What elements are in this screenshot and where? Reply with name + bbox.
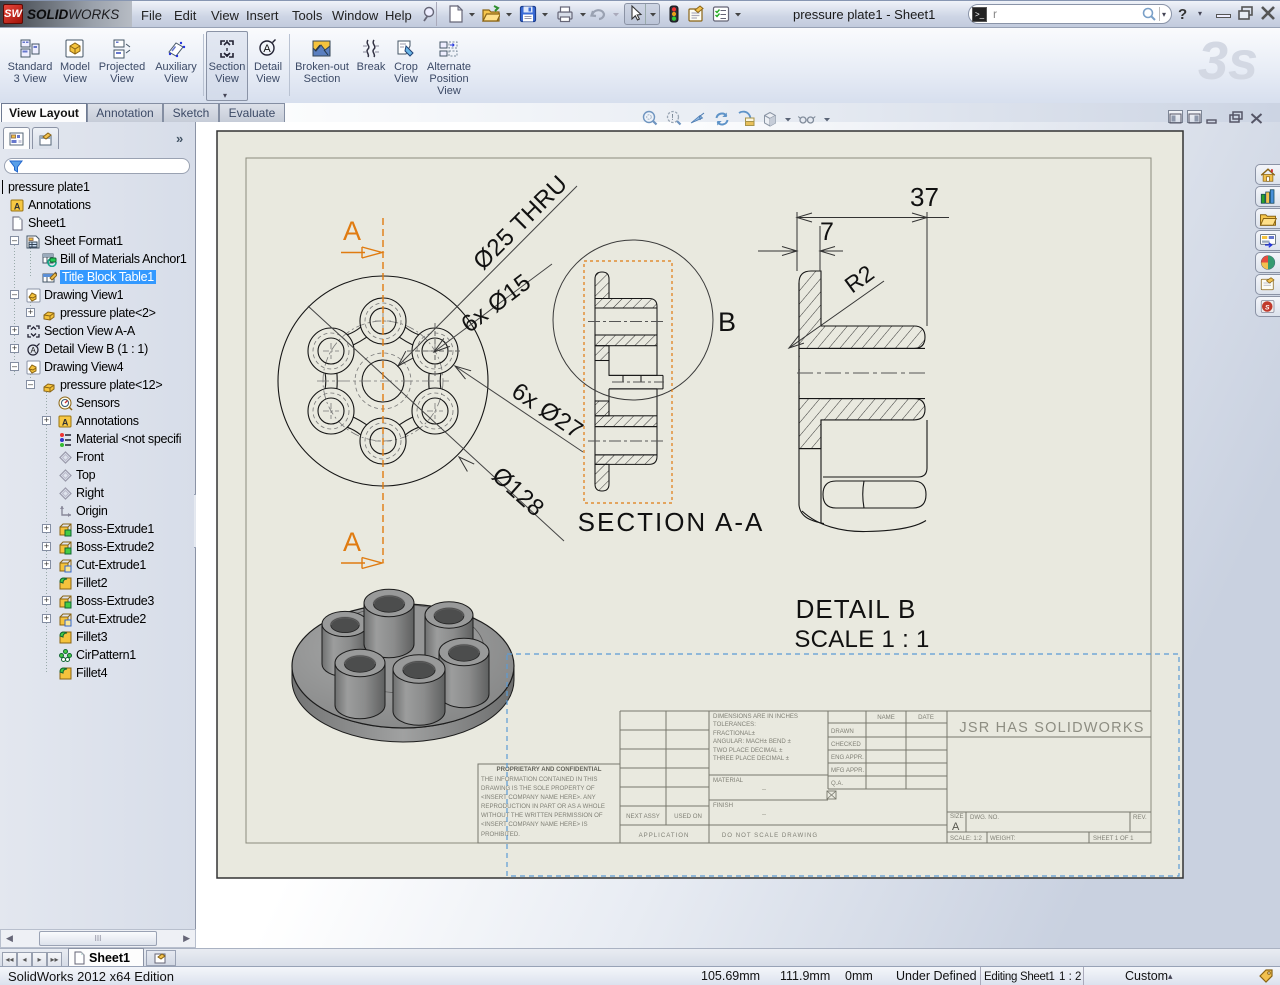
- svg-text:PROHIBITED.: PROHIBITED.: [481, 831, 520, 838]
- svg-text:Q.A.: Q.A.: [831, 780, 843, 787]
- svg-text:JSR HAS SOLIDWORKS: JSR HAS SOLIDWORKS: [959, 720, 1144, 736]
- svg-text:NAME: NAME: [877, 714, 895, 721]
- svg-text:<INSERT COMPANY NAME HERE>. AN: <INSERT COMPANY NAME HERE>. ANY: [481, 794, 596, 801]
- svg-text:DETAIL B: DETAIL B: [796, 594, 917, 624]
- svg-text:THREE PLACE DECIMAL ±: THREE PLACE DECIMAL ±: [713, 755, 790, 762]
- svg-text:SIZE: SIZE: [950, 813, 964, 820]
- svg-text:A: A: [62, 417, 69, 427]
- svg-text:SCALE 1 : 1: SCALE 1 : 1: [794, 626, 929, 653]
- svg-text:TWO PLACE DECIMAL ±: TWO PLACE DECIMAL ±: [713, 747, 783, 754]
- svg-text:REPRODUCTION IN PART OR AS A W: REPRODUCTION IN PART OR AS A WHOLE: [481, 803, 605, 810]
- svg-text:FRACTIONAL±: FRACTIONAL±: [713, 730, 756, 737]
- svg-text:DATE: DATE: [918, 714, 934, 721]
- svg-text:TOLERANCES:: TOLERANCES:: [713, 721, 756, 728]
- svg-text:--: --: [762, 811, 766, 818]
- svg-text:A: A: [343, 216, 361, 246]
- svg-text:A: A: [14, 201, 21, 211]
- svg-text:ENG APPR.: ENG APPR.: [831, 754, 864, 761]
- svg-text:B: B: [718, 307, 736, 337]
- svg-text:A: A: [343, 527, 361, 557]
- svg-text:<INSERT COMPANY NAME HERE> IS: <INSERT COMPANY NAME HERE> IS: [481, 821, 588, 828]
- svg-text:SCALE: 1:2: SCALE: 1:2: [950, 835, 982, 842]
- svg-text:A: A: [952, 821, 960, 833]
- svg-text:DO NOT SCALE DRAWING: DO NOT SCALE DRAWING: [722, 832, 818, 839]
- svg-text:MFG APPR.: MFG APPR.: [831, 767, 864, 774]
- svg-text:SHEET 1 OF 1: SHEET 1 OF 1: [1093, 835, 1134, 842]
- svg-text:37: 37: [910, 182, 939, 212]
- svg-text:!: !: [671, 113, 673, 122]
- svg-text:MATERIAL: MATERIAL: [713, 777, 744, 784]
- svg-text:7: 7: [820, 218, 834, 246]
- svg-text:WITHOUT THE WRITTEN PERMISSION: WITHOUT THE WRITTEN PERMISSION OF: [481, 812, 603, 819]
- svg-text:REV.: REV.: [1133, 814, 1147, 821]
- svg-text:S: S: [1265, 305, 1270, 312]
- svg-text:CHECKED: CHECKED: [831, 741, 861, 748]
- svg-text:USED ON: USED ON: [674, 813, 702, 820]
- svg-text:PROPRIETARY AND CONFIDENTIAL: PROPRIETARY AND CONFIDENTIAL: [497, 766, 602, 773]
- svg-text:NEXT ASSY: NEXT ASSY: [626, 813, 660, 820]
- svg-text:ANGULAR: MACH± BEND ±: ANGULAR: MACH± BEND ±: [713, 738, 791, 745]
- svg-text:THE INFORMATION CONTAINED IN T: THE INFORMATION CONTAINED IN THIS: [481, 776, 597, 783]
- svg-text:DWG. NO.: DWG. NO.: [970, 814, 999, 821]
- svg-text:DRAWN: DRAWN: [831, 728, 854, 735]
- svg-text:DIMENSIONS ARE IN INCHES: DIMENSIONS ARE IN INCHES: [713, 713, 798, 720]
- svg-text:SECTION A-A: SECTION A-A: [578, 507, 765, 537]
- svg-text:--: --: [762, 786, 766, 793]
- svg-text:WEIGHT:: WEIGHT:: [990, 835, 1016, 842]
- svg-text:FINISH: FINISH: [713, 802, 733, 809]
- svg-text:APPLICATION: APPLICATION: [639, 832, 690, 839]
- svg-text:DRAWING IS THE SOLE PROPERTY O: DRAWING IS THE SOLE PROPERTY OF: [481, 785, 595, 792]
- svg-text:A: A: [263, 43, 271, 55]
